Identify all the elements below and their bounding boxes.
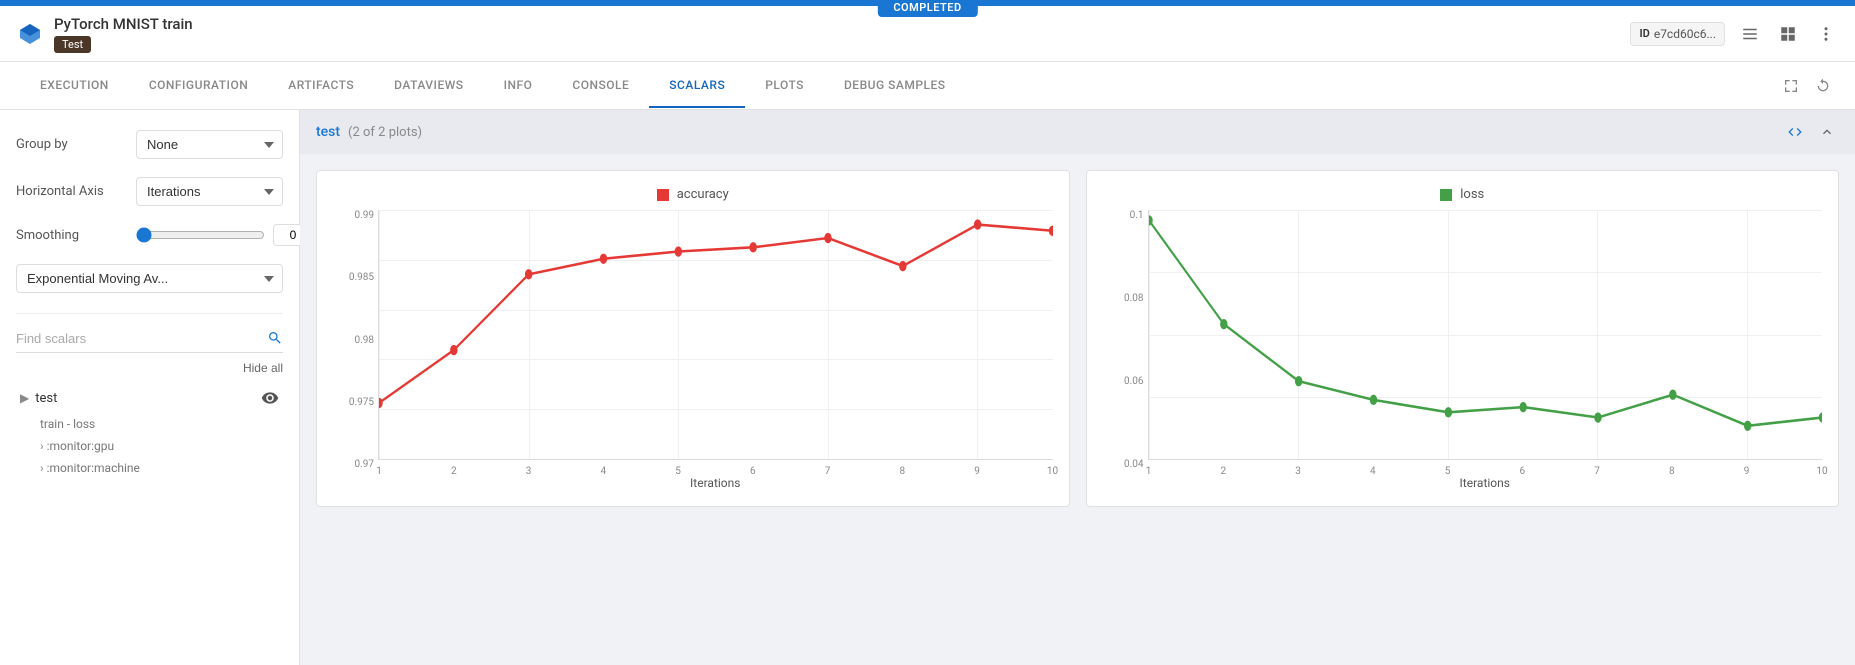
tab-dataviews[interactable]: DATAVIEWS — [374, 64, 483, 108]
section-subtitle: (2 of 2 plots) — [348, 125, 422, 140]
tree-item-monitor-machine[interactable]: › :monitor:machine — [16, 457, 283, 479]
section-actions — [1783, 120, 1839, 144]
section-title: test — [316, 124, 340, 140]
tree-subheader-train: train - loss — [16, 413, 283, 435]
id-chip: ID e7cd60c6... — [1630, 22, 1725, 46]
tab-debug-samples[interactable]: DEBUG SAMPLES — [824, 64, 966, 108]
tab-plots[interactable]: PLOTS — [745, 64, 824, 108]
chevron-down-icon: ▶ — [20, 391, 29, 405]
loss-legend: loss — [1103, 187, 1823, 202]
horizontal-axis-label: Horizontal Axis — [16, 184, 126, 199]
search-row — [16, 330, 283, 353]
smoothing-slider[interactable] — [136, 227, 265, 243]
eye-icon — [261, 389, 279, 407]
completed-badge: COMPLETED — [877, 0, 977, 17]
loss-y-axis: 0.1 0.08 0.06 0.04 — [1103, 210, 1148, 470]
sidebar: Group by None Horizontal Axis Iterations… — [0, 110, 300, 665]
tree-item-test-label: test — [35, 391, 255, 406]
refresh-icon-btn[interactable] — [1811, 74, 1835, 98]
charts-area: test (2 of 2 plots) accuracy — [300, 110, 1855, 665]
tree-item-monitor-gpu[interactable]: › :monitor:gpu — [16, 435, 283, 457]
accuracy-plot: 1 2 3 4 5 6 7 8 9 10 — [378, 210, 1053, 460]
tab-configuration[interactable]: CONFIGURATION — [129, 64, 268, 108]
accuracy-legend-color — [657, 189, 669, 201]
tag-badge: Test — [54, 36, 91, 53]
accuracy-legend: accuracy — [333, 187, 1053, 202]
tree-item-test[interactable]: ▶ test — [16, 383, 283, 413]
loss-legend-label: loss — [1460, 187, 1484, 202]
chevron-right-icon: › — [40, 439, 44, 453]
accuracy-chart: accuracy 0.99 0.985 0.98 0.975 0.97 — [316, 170, 1070, 507]
search-icon — [267, 330, 283, 346]
group-by-select[interactable]: None — [136, 130, 283, 159]
tab-console[interactable]: CONSOLE — [552, 64, 649, 108]
horizontal-axis-select[interactable]: Iterations — [136, 177, 283, 206]
loss-chart: loss 0.1 0.08 0.06 0.04 — [1086, 170, 1840, 507]
group-by-label: Group by — [16, 137, 126, 152]
chevron-right-icon-2: › — [40, 461, 44, 475]
search-input[interactable] — [16, 331, 267, 346]
loss-plot: 1 2 3 4 5 6 7 8 9 10 — [1148, 210, 1823, 460]
exp-moving-row: Exponential Moving Av... — [16, 264, 283, 293]
sidebar-divider — [16, 313, 283, 314]
fullscreen-icon-btn[interactable] — [1779, 74, 1803, 98]
nav-right-icons — [1779, 74, 1835, 98]
app-icon — [16, 20, 44, 48]
tab-info[interactable]: INFO — [484, 64, 553, 108]
smoothing-row: Smoothing — [16, 224, 283, 246]
tab-artifacts[interactable]: ARTIFACTS — [268, 64, 374, 108]
collapse-icon-btn[interactable] — [1815, 120, 1839, 144]
list-icon-btn[interactable] — [1737, 21, 1763, 47]
accuracy-legend-label: accuracy — [677, 187, 729, 202]
accuracy-chart-container: 0.99 0.985 0.98 0.975 0.97 — [333, 210, 1053, 490]
header-left: PyTorch MNIST train Test — [16, 15, 1630, 52]
menu-icon-btn[interactable] — [1813, 21, 1839, 47]
main-content: Group by None Horizontal Axis Iterations… — [0, 110, 1855, 665]
charts-grid: accuracy 0.99 0.985 0.98 0.975 0.97 — [300, 154, 1855, 523]
horizontal-axis-row: Horizontal Axis Iterations — [16, 177, 283, 206]
loss-legend-color — [1440, 189, 1452, 201]
header-right: ID e7cd60c6... — [1630, 21, 1839, 47]
code-icon-btn[interactable] — [1783, 120, 1807, 144]
slider-container — [136, 224, 313, 246]
accuracy-y-axis: 0.99 0.985 0.98 0.975 0.97 — [333, 210, 378, 470]
tab-scalars[interactable]: SCALARS — [649, 64, 745, 108]
section-header: test (2 of 2 plots) — [300, 110, 1855, 154]
app-title: PyTorch MNIST train Test — [54, 15, 193, 52]
loss-x-label: Iterations — [1148, 476, 1823, 490]
layout-icon-btn[interactable] — [1775, 21, 1801, 47]
hide-all-button[interactable]: Hide all — [243, 361, 283, 375]
hide-all-row: Hide all — [16, 361, 283, 375]
loss-chart-container: 0.1 0.08 0.06 0.04 — [1103, 210, 1823, 490]
group-by-row: Group by None — [16, 130, 283, 159]
nav-tabs: EXECUTION CONFIGURATION ARTIFACTS DATAVI… — [0, 62, 1855, 110]
exp-moving-select[interactable]: Exponential Moving Av... — [16, 264, 283, 293]
tab-execution[interactable]: EXECUTION — [20, 64, 129, 108]
smoothing-label: Smoothing — [16, 228, 126, 243]
accuracy-x-label: Iterations — [378, 476, 1053, 490]
